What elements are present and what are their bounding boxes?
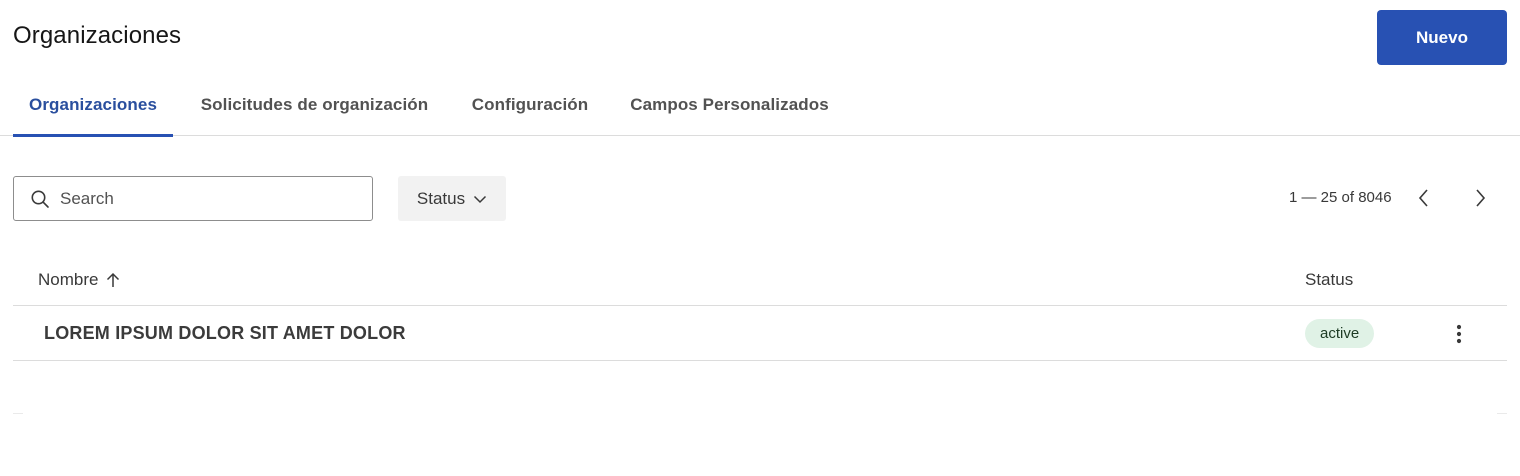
search-box[interactable]	[13, 176, 373, 221]
tab-solicitudes[interactable]: Solicitudes de organización	[183, 74, 446, 135]
tab-campos-personalizados[interactable]: Campos Personalizados	[614, 74, 845, 135]
tab-bar: Organizaciones Solicitudes de organizaci…	[0, 74, 1520, 137]
search-input[interactable]	[60, 188, 350, 209]
table-header: Nombre Status	[13, 250, 1507, 306]
previous-page-button[interactable]	[1410, 184, 1438, 212]
arrow-up-icon	[107, 272, 120, 287]
pagination-range: 1 — 25 of 8046	[1289, 189, 1392, 206]
tab-organizaciones[interactable]: Organizaciones	[13, 74, 173, 137]
chevron-left-icon	[1418, 189, 1428, 207]
column-header-nombre[interactable]: Nombre	[38, 270, 120, 290]
chevron-down-icon	[474, 195, 487, 203]
organization-name[interactable]: LOREM IPSUM DOLOR SIT AMET DOLOR	[44, 323, 406, 344]
status-filter-dropdown[interactable]: Status	[398, 176, 506, 221]
tab-configuracion[interactable]: Configuración	[456, 74, 604, 135]
new-button[interactable]: Nuevo	[1377, 10, 1507, 65]
table-bottom-divider	[13, 413, 1507, 414]
table-row[interactable]: LOREM IPSUM DOLOR SIT AMET DOLOR active	[13, 306, 1507, 361]
page-title: Organizaciones	[13, 22, 182, 49]
row-actions-button[interactable]	[1447, 320, 1471, 348]
next-page-button[interactable]	[1466, 184, 1494, 212]
search-icon	[31, 190, 49, 208]
organizations-page: Organizaciones Nuevo Organizaciones Soli…	[0, 0, 1520, 476]
status-filter-label: Status	[416, 188, 466, 208]
kebab-menu-icon	[1456, 324, 1462, 344]
column-header-label: Nombre	[38, 270, 99, 289]
status-badge: active	[1305, 319, 1375, 348]
column-header-status: Status	[1305, 270, 1354, 289]
chevron-right-icon	[1476, 189, 1486, 207]
